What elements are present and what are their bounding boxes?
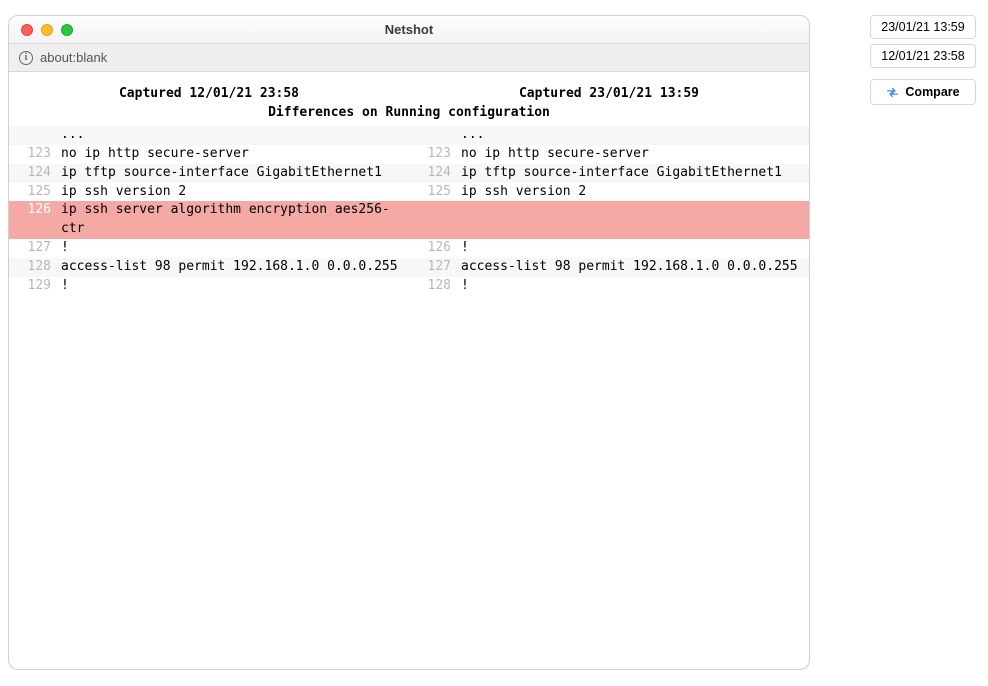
line-number: 125: [9, 183, 57, 202]
line-text: !: [457, 239, 809, 258]
line-number: 128: [409, 277, 457, 296]
diff-title: Differences on Running configuration: [9, 101, 809, 126]
timestamp-box-1[interactable]: 23/01/21 13:59: [870, 15, 976, 39]
diff-side-left: 123no ip http secure-server: [9, 145, 409, 164]
diff-side-right: 128!: [409, 277, 809, 296]
diff-side-right: ...: [409, 126, 809, 145]
diff-side-right: 125ip ssh version 2: [409, 183, 809, 202]
line-text: ip tftp source-interface GigabitEthernet…: [57, 164, 409, 183]
line-number: [409, 126, 457, 145]
timestamp-box-2[interactable]: 12/01/21 23:58: [870, 44, 976, 68]
line-text: ip ssh version 2: [457, 183, 809, 202]
line-text: no ip http secure-server: [57, 145, 409, 164]
line-text: no ip http secure-server: [457, 145, 809, 164]
titlebar: Netshot: [9, 16, 809, 44]
diff-content: Captured 12/01/21 23:58 Captured 23/01/2…: [9, 72, 809, 296]
diff-row: 128access-list 98 permit 192.168.1.0 0.0…: [9, 258, 809, 277]
line-text: ...: [57, 126, 409, 145]
side-panel: 23/01/21 13:59 12/01/21 23:58 Compare: [870, 15, 976, 105]
line-number: [9, 126, 57, 145]
line-number: 125: [409, 183, 457, 202]
diff-body: ......123no ip http secure-server123no i…: [9, 126, 809, 296]
diff-row: ......: [9, 126, 809, 145]
line-number: 124: [9, 164, 57, 183]
diff-side-left: 129!: [9, 277, 409, 296]
zoom-icon[interactable]: [61, 24, 73, 36]
diff-side-left: 128access-list 98 permit 192.168.1.0 0.0…: [9, 258, 409, 277]
diff-headers: Captured 12/01/21 23:58 Captured 23/01/2…: [9, 72, 809, 101]
line-text: ip ssh server algorithm encryption aes25…: [57, 201, 409, 239]
url-text: about:blank: [40, 50, 107, 65]
diff-side-left: ...: [9, 126, 409, 145]
line-text: access-list 98 permit 192.168.1.0 0.0.0.…: [457, 258, 809, 277]
line-text: [457, 201, 809, 239]
compare-icon: [886, 86, 899, 99]
app-window: Netshot i about:blank Captured 12/01/21 …: [8, 15, 810, 670]
line-text: ip ssh version 2: [57, 183, 409, 202]
line-number: 127: [409, 258, 457, 277]
compare-button[interactable]: Compare: [870, 79, 976, 105]
info-icon[interactable]: i: [19, 51, 33, 65]
close-icon[interactable]: [21, 24, 33, 36]
line-number: [409, 201, 457, 239]
diff-side-right: 123no ip http secure-server: [409, 145, 809, 164]
line-number: 126: [409, 239, 457, 258]
diff-side-right: [409, 201, 809, 239]
diff-side-left: 125ip ssh version 2: [9, 183, 409, 202]
diff-row: 129!128!: [9, 277, 809, 296]
diff-row: 123no ip http secure-server123no ip http…: [9, 145, 809, 164]
line-number: 126: [9, 201, 57, 239]
line-text: ...: [457, 126, 809, 145]
line-number: 123: [409, 145, 457, 164]
line-text: !: [57, 277, 409, 296]
right-capture-header: Captured 23/01/21 13:59: [409, 86, 809, 101]
minimize-icon[interactable]: [41, 24, 53, 36]
line-number: 124: [409, 164, 457, 183]
line-number: 123: [9, 145, 57, 164]
line-number: 129: [9, 277, 57, 296]
line-number: 127: [9, 239, 57, 258]
diff-row: 127!126!: [9, 239, 809, 258]
diff-side-right: 126!: [409, 239, 809, 258]
line-text: !: [457, 277, 809, 296]
line-text: ip tftp source-interface GigabitEthernet…: [457, 164, 809, 183]
line-text: !: [57, 239, 409, 258]
diff-side-right: 124ip tftp source-interface GigabitEther…: [409, 164, 809, 183]
window-title: Netshot: [9, 22, 809, 37]
diff-side-left: 127!: [9, 239, 409, 258]
diff-row: 125ip ssh version 2125ip ssh version 2: [9, 183, 809, 202]
line-number: 128: [9, 258, 57, 277]
diff-row: 124ip tftp source-interface GigabitEther…: [9, 164, 809, 183]
compare-button-label: Compare: [905, 85, 959, 99]
traffic-lights: [9, 24, 73, 36]
line-text: access-list 98 permit 192.168.1.0 0.0.0.…: [57, 258, 409, 277]
diff-row: 126ip ssh server algorithm encryption ae…: [9, 201, 809, 239]
diff-side-right: 127access-list 98 permit 192.168.1.0 0.0…: [409, 258, 809, 277]
addressbar: i about:blank: [9, 44, 809, 72]
diff-side-left: 124ip tftp source-interface GigabitEther…: [9, 164, 409, 183]
diff-side-left: 126ip ssh server algorithm encryption ae…: [9, 201, 409, 239]
left-capture-header: Captured 12/01/21 23:58: [9, 86, 409, 101]
